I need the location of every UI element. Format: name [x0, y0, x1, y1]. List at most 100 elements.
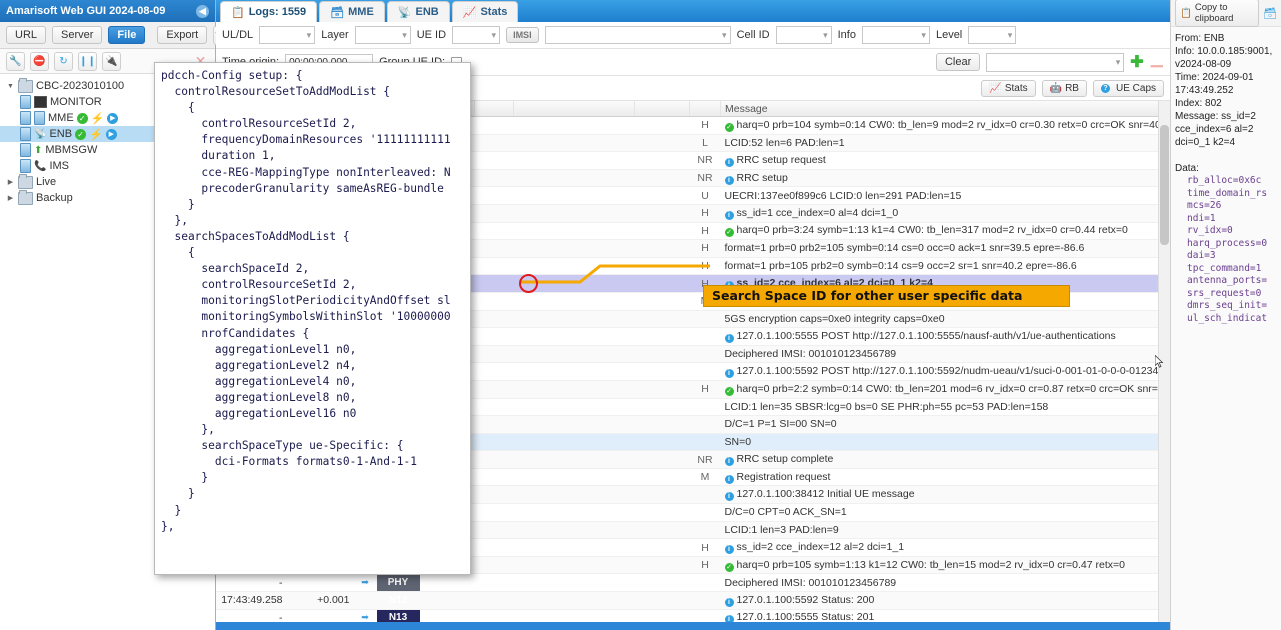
chevron-right-icon[interactable]: ▶: [6, 194, 15, 202]
table-row[interactable]: - ➡ N13 i 127.0.1.100:5555 Status: 201: [216, 609, 1170, 622]
detail-panel: 📋 Copy to clipboard 🗃 From: ENB Info: 10.…: [1170, 0, 1281, 630]
cell-identity: [513, 257, 635, 276]
app-title: Amarisoft Web GUI 2024-08-09: [6, 5, 166, 17]
detail-toolbar: 📋 Copy to clipboard 🗃: [1171, 0, 1281, 27]
play-icon[interactable]: ▶: [105, 128, 117, 140]
stats-button[interactable]: 📈 Stats: [981, 79, 1036, 97]
filter-row-primary: UL/DL ▾ Layer ▾ UE ID ▾ IMSI ▾ Cell ID ▾…: [216, 22, 1170, 49]
cell-protocol: [634, 485, 690, 505]
table-row[interactable]: - ➡ PHY Deciphered IMSI: 001010123456789: [216, 573, 1170, 593]
info-select[interactable]: ▾: [861, 26, 930, 44]
add-icon[interactable]: ✚: [1130, 52, 1143, 72]
copy-to-clipboard-button[interactable]: 📋 Copy to clipboard: [1175, 0, 1260, 27]
wrench-icon[interactable]: 🔧: [6, 51, 25, 71]
info-icon: ?: [1100, 83, 1110, 93]
cell-message: i RRC setup request: [720, 151, 1170, 170]
cell-protocol: [634, 310, 690, 329]
play-icon[interactable]: ▶: [107, 112, 119, 124]
collapse-panel-icon[interactable]: ◀: [196, 4, 209, 18]
tab-logs[interactable]: 📋 Logs: 1559: [220, 1, 318, 22]
detail-extra-icon[interactable]: 🗃: [1263, 7, 1277, 20]
cell-ue-index: [474, 538, 514, 557]
plug-icon[interactable]: 🔌: [102, 51, 121, 71]
power-icon: ⚡: [90, 112, 105, 125]
cell-protocol: [634, 415, 690, 434]
export-button[interactable]: Export: [157, 26, 208, 44]
tree-item-label: ENB: [49, 128, 73, 140]
ue-caps-button[interactable]: ? UE Caps: [1092, 79, 1164, 97]
cell-layer: NR: [689, 169, 721, 188]
cell-protocol: [634, 134, 690, 153]
cell-identity: [513, 538, 635, 557]
url-button[interactable]: URL: [6, 26, 47, 44]
cell-identity: [513, 468, 635, 487]
cellid-select[interactable]: ▾: [775, 26, 832, 44]
chart-icon: 📈: [989, 82, 1002, 94]
clear-button[interactable]: Clear: [935, 53, 981, 71]
cell-protocol: [634, 327, 690, 346]
remove-icon[interactable]: ⚊: [1150, 52, 1164, 72]
tab-mme[interactable]: 🗃 MME: [319, 1, 385, 22]
cell-message: i 127.0.1.100:5555 POST http://127.0.1.10…: [720, 327, 1170, 346]
cell-layer: L: [689, 134, 721, 153]
cell-ran: N13: [376, 609, 420, 622]
ueid-select[interactable]: ▾: [452, 26, 501, 44]
stop-icon[interactable]: ⛔: [30, 51, 49, 71]
asn1-detail-popup[interactable]: pdcch-Config setup: { controlResourceSet…: [154, 62, 471, 575]
cell-ue-index: [474, 310, 514, 329]
info-icon: i: [724, 369, 734, 379]
mme-icon: [34, 111, 45, 125]
cell-ue-index: [474, 257, 514, 276]
uldl-select[interactable]: ▾: [259, 26, 316, 44]
chevron-right-icon[interactable]: ▶: [6, 178, 15, 186]
layer-select[interactable]: ▾: [354, 26, 411, 44]
imsi-select[interactable]: ▾: [544, 26, 731, 44]
cell-ue-index: [474, 327, 514, 346]
column-header-proto: [634, 101, 690, 117]
cell-ue-index: [474, 609, 514, 622]
cell-identity: [513, 591, 635, 610]
tree-item-label: Backup: [36, 192, 73, 204]
pause-icon[interactable]: ❙❙: [78, 51, 97, 71]
cell-message: i ss_id=2 cce_index=12 al=2 dci=1_1: [720, 538, 1170, 557]
cell-direction-arrow: ➡: [353, 609, 377, 622]
cell-identity: [513, 151, 635, 170]
chevron-down-icon[interactable]: ▼: [6, 83, 15, 90]
monitor-icon: [34, 96, 47, 108]
server-icon: [20, 95, 31, 109]
cell-direction-arrow: ➡: [353, 573, 377, 593]
cell-layer: NR: [689, 450, 721, 469]
stats-button-label: Stats: [1004, 82, 1028, 94]
cell-message: LCID:1 len=3 PAD:len=9: [720, 521, 1170, 540]
rb-button[interactable]: 🤖 RB: [1041, 79, 1087, 97]
tree-item-label: MBMSGW: [45, 144, 98, 156]
cell-message: i 127.0.1.100:5592 Status: 200: [720, 591, 1170, 610]
popup-text: pdcch-Config setup: { controlResourceSet…: [161, 69, 451, 533]
info-icon: i: [724, 210, 734, 220]
cell-direction-arrow: [353, 591, 377, 610]
cell-message: format=1 prb=105 prb2=0 symb=0:14 cs=9 o…: [720, 257, 1170, 276]
refresh-icon[interactable]: ↻: [54, 51, 73, 71]
imsi-button[interactable]: IMSI: [506, 27, 539, 43]
preset-select[interactable]: ▾: [986, 52, 1125, 72]
tab-stats[interactable]: 📈 Stats: [451, 1, 519, 22]
cell-identity: [513, 398, 635, 417]
file-button[interactable]: File: [108, 26, 146, 44]
cell-protocol: [634, 292, 690, 311]
level-select[interactable]: ▾: [968, 26, 1017, 44]
cell-protocol: [634, 239, 690, 258]
info-icon: i: [724, 457, 734, 467]
tab-enb[interactable]: 📡 ENB: [386, 1, 450, 22]
cell-message: ✓ harq=0 prb=2:2 symb=0:14 CW0: tb_len=20…: [720, 380, 1170, 399]
cell-protocol: [634, 274, 690, 293]
table-row[interactable]: 17:43:49.258 +0.001 N13 i 127.0.1.100:5592 S…: [216, 591, 1170, 610]
server-button[interactable]: Server: [52, 26, 103, 44]
copy-label: Copy to clipboard: [1194, 2, 1234, 24]
horizontal-scrollbar[interactable]: [216, 622, 1170, 630]
cell-protocol: [634, 538, 690, 557]
level-label: Level: [935, 29, 963, 41]
cell-message: ✓ harq=0 prb=104 symb=0:14 CW0: tb_len=9 …: [720, 116, 1170, 135]
column-header-message[interactable]: Message: [720, 101, 1170, 117]
scroll-thumb[interactable]: [1160, 125, 1169, 245]
rb-button-label: RB: [1065, 82, 1079, 94]
